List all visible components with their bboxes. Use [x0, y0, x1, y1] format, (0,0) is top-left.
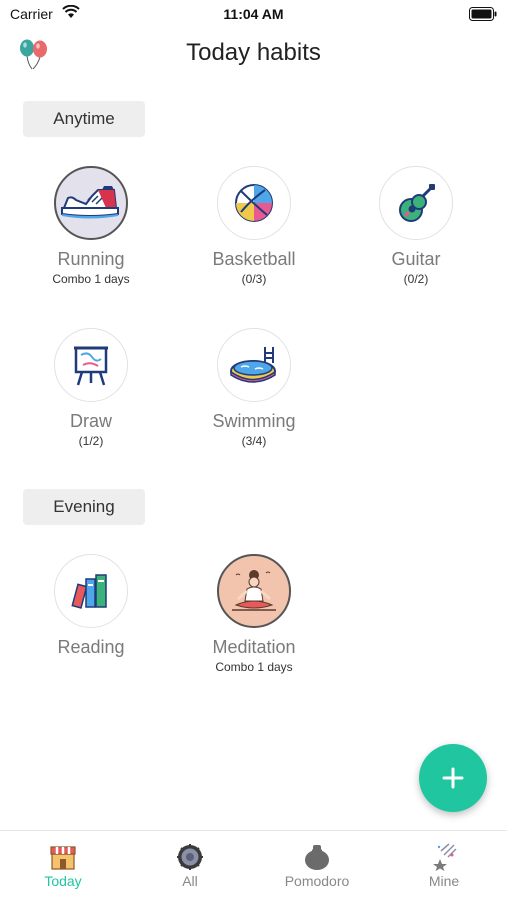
- gear-ring-icon: [176, 843, 204, 871]
- habit-progress: (0/2): [403, 272, 429, 286]
- habit-name: Basketball: [212, 249, 296, 269]
- habit-progress: [21, 659, 161, 675]
- habit-running[interactable]: Running Combo 1 days: [21, 166, 161, 287]
- plus-icon: [442, 767, 464, 789]
- tab-mine[interactable]: Mine: [381, 831, 507, 900]
- habit-reading[interactable]: Reading: [21, 554, 161, 675]
- guitar-icon: [379, 166, 453, 240]
- books-icon: [54, 554, 128, 628]
- habit-meditation[interactable]: Meditation Combo 1 days: [184, 554, 324, 675]
- add-habit-button[interactable]: [419, 744, 487, 812]
- easel-icon: [54, 328, 128, 402]
- habit-draw[interactable]: Draw (1/2): [21, 328, 161, 449]
- habit-basketball[interactable]: Basketball (0/3): [184, 166, 324, 287]
- header: Today habits: [0, 30, 507, 76]
- status-bar: Carrier 11:04 AM: [0, 0, 507, 28]
- tomato-pot-icon: [303, 843, 331, 871]
- battery-icon: [469, 7, 497, 26]
- habit-guitar[interactable]: Guitar (0/2): [346, 166, 486, 287]
- habit-progress: Combo 1 days: [52, 272, 130, 286]
- habit-swimming[interactable]: Swimming (3/4): [184, 328, 324, 449]
- pool-icon: [217, 328, 291, 402]
- tab-label: Today: [44, 873, 82, 889]
- sparkle-star-icon: [430, 843, 458, 871]
- habit-progress: (0/3): [241, 272, 267, 286]
- habit-progress: Combo 1 days: [215, 660, 293, 674]
- habit-name: Reading: [57, 637, 125, 657]
- tab-bar: Today All Pomodoro Mine: [0, 830, 507, 900]
- tab-pomodoro[interactable]: Pomodoro: [254, 831, 380, 900]
- habit-name: Draw: [69, 411, 112, 431]
- habit-name: Swimming: [212, 411, 296, 431]
- habit-progress: (1/2): [78, 434, 104, 448]
- tab-label: Mine: [428, 873, 460, 889]
- tab-today[interactable]: Today: [0, 831, 126, 900]
- tab-all[interactable]: All: [127, 831, 253, 900]
- shop-icon: [49, 843, 77, 871]
- status-time: 11:04 AM: [223, 6, 284, 22]
- tab-label: All: [182, 873, 198, 889]
- tab-label: Pomodoro: [284, 873, 350, 889]
- habit-progress: (3/4): [241, 434, 267, 448]
- habit-name: Running: [57, 249, 125, 269]
- basketball-icon: [217, 166, 291, 240]
- meditation-icon: [217, 554, 291, 628]
- sneaker-icon: [54, 166, 128, 240]
- habit-name: Guitar: [391, 249, 441, 269]
- page-title: Today habits: [186, 39, 321, 66]
- habit-name: Meditation: [212, 637, 296, 657]
- section-label-anytime: Anytime: [23, 101, 145, 137]
- section-label-evening: Evening: [23, 489, 145, 525]
